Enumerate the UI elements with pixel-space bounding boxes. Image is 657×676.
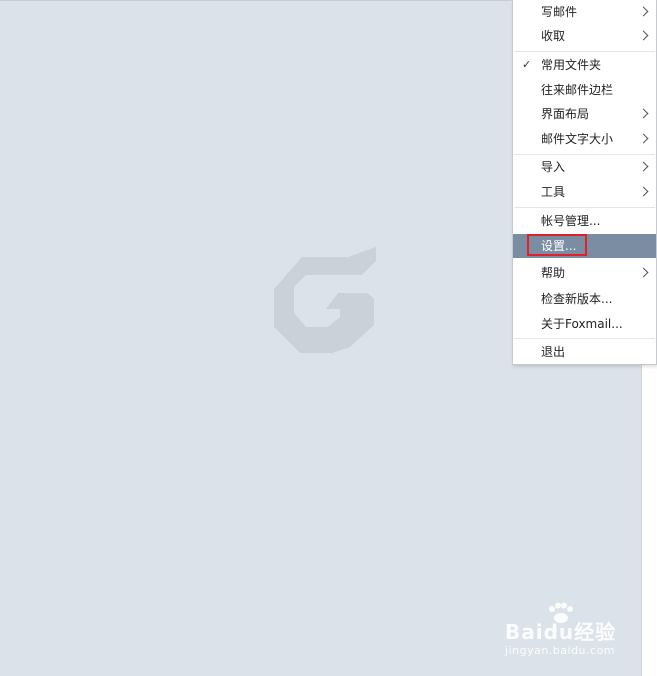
menu-item-tools[interactable]: 工具: [513, 180, 656, 204]
watermark-brand: Baidu经验: [505, 620, 617, 644]
menu-item-label: 导入: [541, 160, 566, 174]
chevron-right-icon: [638, 108, 649, 119]
menu-item-help[interactable]: 帮助: [513, 261, 656, 285]
chevron-right-icon: [638, 186, 649, 197]
menu-item-contact-sidebar[interactable]: 往来邮件边栏: [513, 78, 656, 102]
menu-item-label: 收取: [541, 29, 566, 43]
menu-item-label: 检查新版本...: [541, 292, 613, 306]
chevron-right-icon: [638, 133, 649, 144]
menu-separator: [514, 207, 655, 208]
menu-item-label: 写邮件: [541, 5, 578, 19]
menu-item-label: 界面布局: [541, 107, 590, 121]
watermark-url: jingyan.baidu.com: [505, 644, 616, 657]
chevron-right-icon: [638, 161, 649, 172]
menu-item-compose[interactable]: 写邮件: [513, 0, 656, 24]
menu-separator: [514, 51, 655, 52]
menu-separator: [514, 338, 655, 339]
menu-item-import[interactable]: 导入: [513, 155, 656, 179]
menu-item-receive[interactable]: 收取: [513, 24, 656, 48]
chevron-right-icon: [638, 30, 649, 41]
menu-item-check-update[interactable]: 检查新版本...: [513, 287, 656, 311]
menu-item-account-manage[interactable]: 帐号管理...: [513, 209, 656, 233]
foxmail-logo-icon: [274, 247, 376, 353]
menu-item-label: 帮助: [541, 266, 566, 280]
menu-item-label: 常用文件夹: [541, 58, 602, 72]
menu-item-label: 邮件文字大小: [541, 132, 614, 146]
menu-item-label: 帐号管理...: [541, 214, 601, 228]
menu-item-label: 关于Foxmail...: [541, 317, 623, 331]
menu-item-text-size[interactable]: 邮件文字大小: [513, 127, 656, 151]
menu-item-label: 退出: [541, 345, 566, 359]
baidu-watermark: Baidu经验 jingyan.baidu.com: [505, 602, 625, 662]
menu-item-label: 往来邮件边栏: [541, 83, 614, 97]
menu-item-exit[interactable]: 退出: [513, 340, 656, 364]
chevron-right-icon: [638, 6, 649, 17]
checkmark-icon: ✓: [522, 58, 532, 71]
menu-item-label: 工具: [541, 185, 566, 199]
main-menu: 写邮件 收取 ✓ 常用文件夹 往来邮件边栏 界面布局 邮件文字大小 导入 工具 …: [512, 0, 657, 365]
menu-item-layout[interactable]: 界面布局: [513, 102, 656, 126]
menu-item-label: 设置...: [541, 239, 577, 253]
menu-item-about[interactable]: 关于Foxmail...: [513, 312, 656, 336]
chevron-right-icon: [638, 267, 649, 278]
menu-item-common-folders[interactable]: ✓ 常用文件夹: [513, 53, 656, 77]
menu-item-settings[interactable]: 设置...: [513, 234, 656, 258]
